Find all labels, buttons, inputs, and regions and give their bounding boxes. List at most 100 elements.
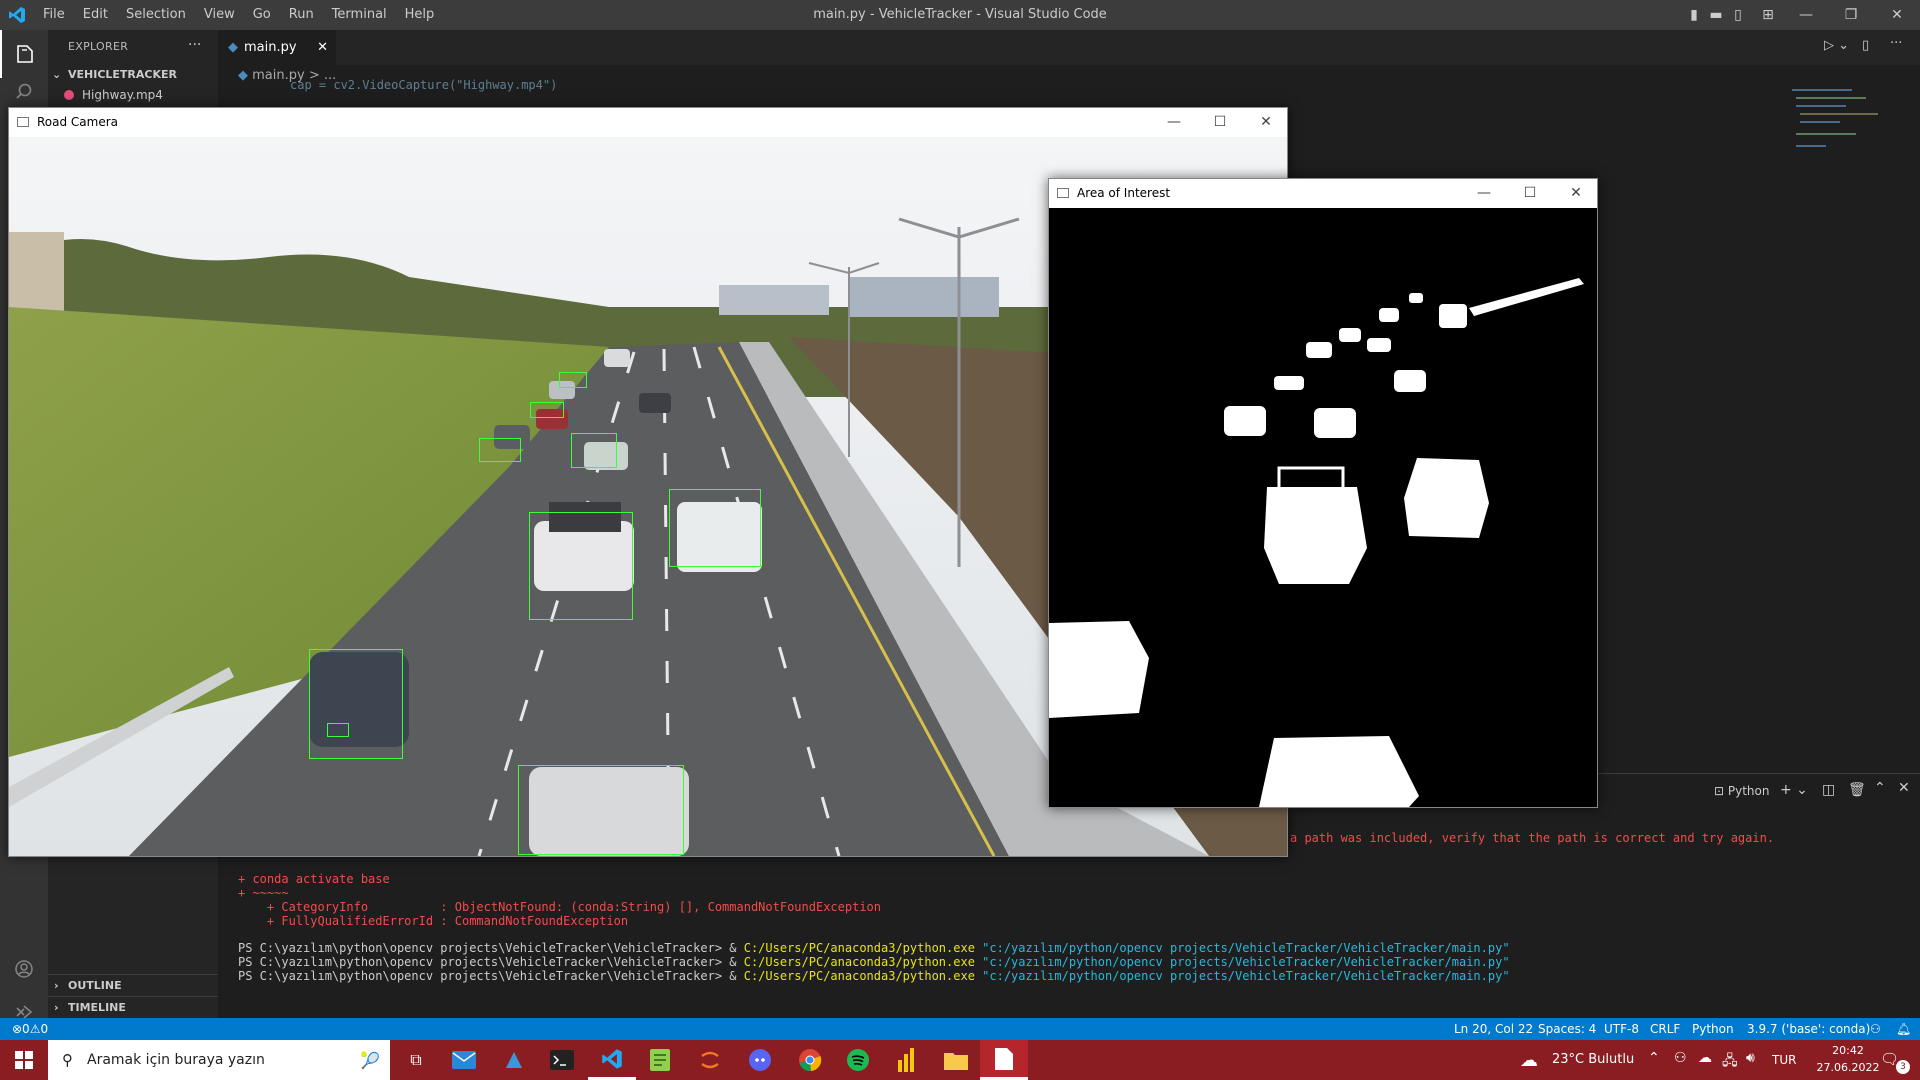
title-bar: File Edit Selection View Go Run Terminal… — [0, 0, 1920, 30]
split-terminal-icon[interactable]: ◫ — [1822, 782, 1835, 798]
explorer-icon[interactable] — [0, 30, 48, 78]
toggle-panel-icon[interactable]: ▬ — [1706, 0, 1726, 30]
tab-main-py[interactable]: ◆ main.py ✕ — [218, 30, 336, 65]
timeline-label: TIMELINE — [68, 1001, 126, 1014]
outline-section[interactable]: › OUTLINE — [48, 974, 218, 996]
file-explorer-icon[interactable] — [932, 1040, 980, 1080]
road-camera-titlebar[interactable]: Road Camera — ☐ ✕ — [9, 108, 1287, 137]
windows-terminal-icon[interactable] — [538, 1040, 586, 1080]
folder-vehicletracker[interactable]: ⌄ VEHICLETRACKER — [48, 64, 218, 86]
terminal-shell-selector[interactable]: ⊡ Python — [1714, 784, 1769, 798]
area-of-interest-window[interactable]: Area of Interest — ☐ ✕ — [1048, 178, 1598, 808]
search-icon: ⚲ — [62, 1051, 73, 1069]
more-actions-icon[interactable]: ··· — [1890, 36, 1902, 51]
close-panel-icon[interactable]: ✕ — [1898, 780, 1910, 796]
search-highlight-icon: 🎾 — [360, 1050, 380, 1070]
line-ending[interactable]: CRLF — [1650, 1018, 1680, 1040]
terminal-icon: ⊡ — [1714, 784, 1728, 798]
explorer-more-button[interactable]: ··· — [188, 37, 201, 53]
close-icon[interactable]: ✕ — [1243, 108, 1289, 137]
cursor-position[interactable]: Ln 20, Col 22 — [1454, 1018, 1533, 1040]
terminal-command-line: PS C:\yazılım\python\opencv projects\Veh… — [238, 969, 1510, 983]
toggle-sidebar-icon[interactable]: ▮ — [1684, 0, 1704, 30]
close-icon[interactable]: ✕ — [1874, 0, 1920, 30]
input-language[interactable]: TUR — [1772, 1053, 1796, 1067]
cloud-sync-icon[interactable]: ☁ — [1698, 1050, 1712, 1066]
menu-go[interactable]: Go — [244, 0, 280, 30]
split-editor-icon[interactable]: ▯ — [1862, 38, 1869, 53]
feedback-icon[interactable]: ⚇ — [1870, 1018, 1881, 1040]
indentation[interactable]: Spaces: 4 — [1538, 1018, 1596, 1040]
chrome-icon[interactable] — [786, 1040, 834, 1080]
file-highway-mp4[interactable]: Highway.mp4 — [48, 84, 218, 106]
menu-run[interactable]: Run — [280, 0, 323, 30]
status-bar: ⊗0⚠0 Ln 20, Col 22 Spaces: 4 UTF-8 CRLF … — [0, 1018, 1920, 1040]
python-interpreter[interactable]: 3.9.7 ('base': conda) — [1747, 1018, 1870, 1040]
tray-app-icon[interactable]: ⚇ — [1674, 1050, 1687, 1066]
run-python-file-icon[interactable]: ▷ ⌄ — [1824, 38, 1849, 53]
menu-edit[interactable]: Edit — [74, 0, 117, 30]
vehicle-detection-box — [530, 402, 564, 418]
tab-label: main.py — [244, 40, 297, 55]
powerbi-icon[interactable] — [882, 1040, 930, 1080]
new-terminal-icon[interactable]: + ⌄ — [1780, 782, 1808, 798]
notepad-plus-icon[interactable] — [636, 1040, 684, 1080]
chevron-right-icon: › — [54, 979, 59, 992]
terminal-shell-label: Python — [1727, 784, 1770, 798]
mail-icon[interactable] — [440, 1040, 488, 1080]
menu-terminal[interactable]: Terminal — [323, 0, 396, 30]
maximize-icon[interactable]: ☐ — [1507, 179, 1553, 208]
clock-date[interactable]: 27.06.2022 — [1812, 1061, 1884, 1074]
language-mode[interactable]: Python — [1692, 1018, 1734, 1040]
account-icon[interactable] — [0, 945, 48, 993]
minimize-icon[interactable]: — — [1784, 0, 1828, 30]
weather-widget[interactable]: 23°C Bulutlu — [1552, 1052, 1634, 1067]
menu-help[interactable]: Help — [396, 0, 444, 30]
volume-icon[interactable]: 🔊︎ — [1746, 1050, 1755, 1066]
timeline-section[interactable]: › TIMELINE — [48, 996, 218, 1018]
chevron-up-icon[interactable]: ⌃ — [1648, 1050, 1660, 1066]
search-icon[interactable] — [0, 76, 48, 106]
close-tab-icon[interactable]: ✕ — [317, 40, 328, 55]
toggle-secondary-sidebar-icon[interactable]: ▯ — [1728, 0, 1748, 30]
notifications-bell-icon[interactable]: 🔔︎ — [1896, 1018, 1911, 1040]
task-view-icon[interactable]: ⧉ — [392, 1040, 440, 1080]
editor-tabs: ◆ main.py ✕ ▷ ⌄ ▯ ··· — [218, 30, 1920, 65]
vscode-taskbar-icon[interactable] — [588, 1040, 636, 1080]
discord-icon[interactable] — [736, 1040, 784, 1080]
maximize-panel-icon[interactable]: ⌃ — [1874, 780, 1886, 796]
close-icon[interactable]: ✕ — [1553, 179, 1599, 208]
kill-terminal-icon[interactable]: 🗑 — [1848, 782, 1866, 798]
minimize-icon[interactable]: — — [1461, 179, 1507, 208]
windows-taskbar: ⚲ Aramak için buraya yazın 🎾 ⧉ ☁ 23°C Bu… — [0, 1040, 1920, 1080]
minimap[interactable] — [1788, 85, 1878, 160]
area-of-interest-titlebar[interactable]: Area of Interest — ☐ ✕ — [1049, 179, 1597, 208]
vehicle-detection-box — [327, 723, 349, 737]
taskbar-search-box[interactable]: ⚲ Aramak için buraya yazın 🎾 — [48, 1040, 390, 1080]
jupyter-icon[interactable] — [686, 1040, 734, 1080]
clock-time[interactable]: 20:42 — [1812, 1044, 1884, 1057]
encoding[interactable]: UTF-8 — [1604, 1018, 1639, 1040]
restore-icon[interactable]: ❐ — [1828, 0, 1874, 30]
file-label: Highway.mp4 — [82, 88, 163, 102]
maximize-icon[interactable]: ☐ — [1197, 108, 1243, 137]
app-icon[interactable] — [490, 1040, 538, 1080]
network-icon[interactable]: 🖧︎ — [1722, 1050, 1738, 1074]
window-app-icon — [1057, 188, 1069, 198]
spotify-icon[interactable] — [834, 1040, 882, 1080]
code-line[interactable]: cap = cv2.VideoCapture("Highway.mp4") — [290, 78, 557, 92]
menu-selection[interactable]: Selection — [117, 0, 195, 30]
problems-indicator[interactable]: ⊗0⚠0 — [12, 1018, 48, 1040]
menu-view[interactable]: View — [195, 0, 244, 30]
chevron-down-icon: ⌄ — [52, 68, 62, 81]
windows-start-icon[interactable] — [0, 1040, 48, 1080]
python-file-icon: ◆ — [238, 68, 248, 83]
minimize-icon[interactable]: — — [1151, 108, 1197, 137]
vehicle-detection-box — [571, 433, 617, 468]
cloud-icon: ☁ — [1520, 1050, 1538, 1071]
customize-layout-icon[interactable]: ⊞ — [1756, 0, 1780, 30]
notification-count-badge: 3 — [1896, 1060, 1910, 1074]
vehicle-detection-box — [559, 372, 587, 388]
pdf-reader-icon[interactable] — [980, 1040, 1028, 1080]
menu-file[interactable]: File — [34, 0, 74, 30]
